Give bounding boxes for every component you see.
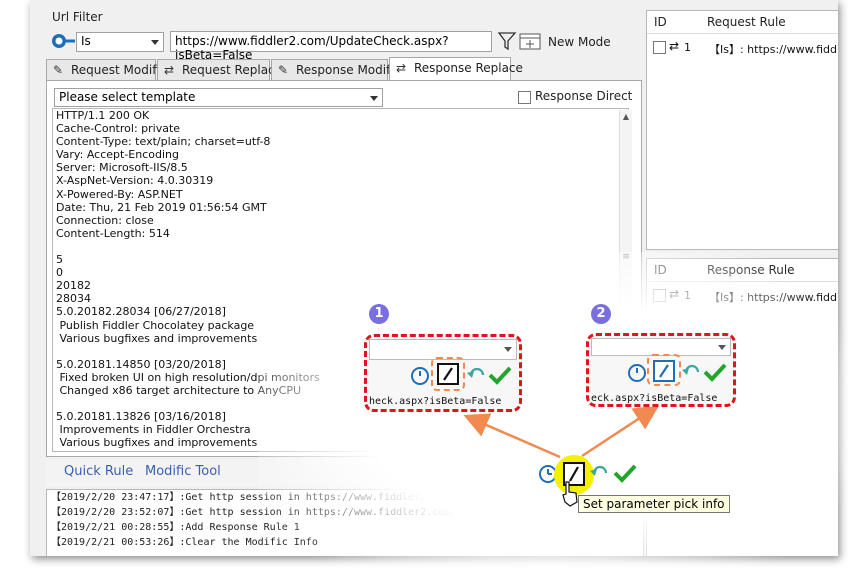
check-icon [703, 363, 727, 382]
hand-cursor-icon [562, 481, 578, 507]
callout-2: eck.aspx?isBeta=False [586, 333, 736, 407]
parameter-pick-icon [653, 360, 675, 382]
alarm-clock-icon [628, 364, 646, 382]
check-icon [488, 366, 512, 385]
callout-1: heck.aspx?isBeta=False [364, 334, 522, 412]
marker-2: 2 [591, 304, 611, 324]
undo-arrow-icon [682, 364, 700, 375]
chevron-down-icon [718, 345, 726, 350]
marker-1: 1 [369, 304, 389, 324]
alarm-clock-icon [411, 367, 429, 385]
parameter-pick-icon [437, 363, 459, 385]
callout-1-url: heck.aspx?isBeta=False [369, 396, 502, 407]
chevron-down-icon [504, 347, 512, 352]
undo-arrow-icon[interactable] [588, 463, 610, 483]
check-icon[interactable] [612, 462, 638, 484]
parameter-pick-tooltip: Set parameter pick info [578, 495, 730, 513]
undo-arrow-icon [467, 367, 485, 378]
callout-2-url: eck.aspx?isBeta=False [591, 393, 718, 404]
